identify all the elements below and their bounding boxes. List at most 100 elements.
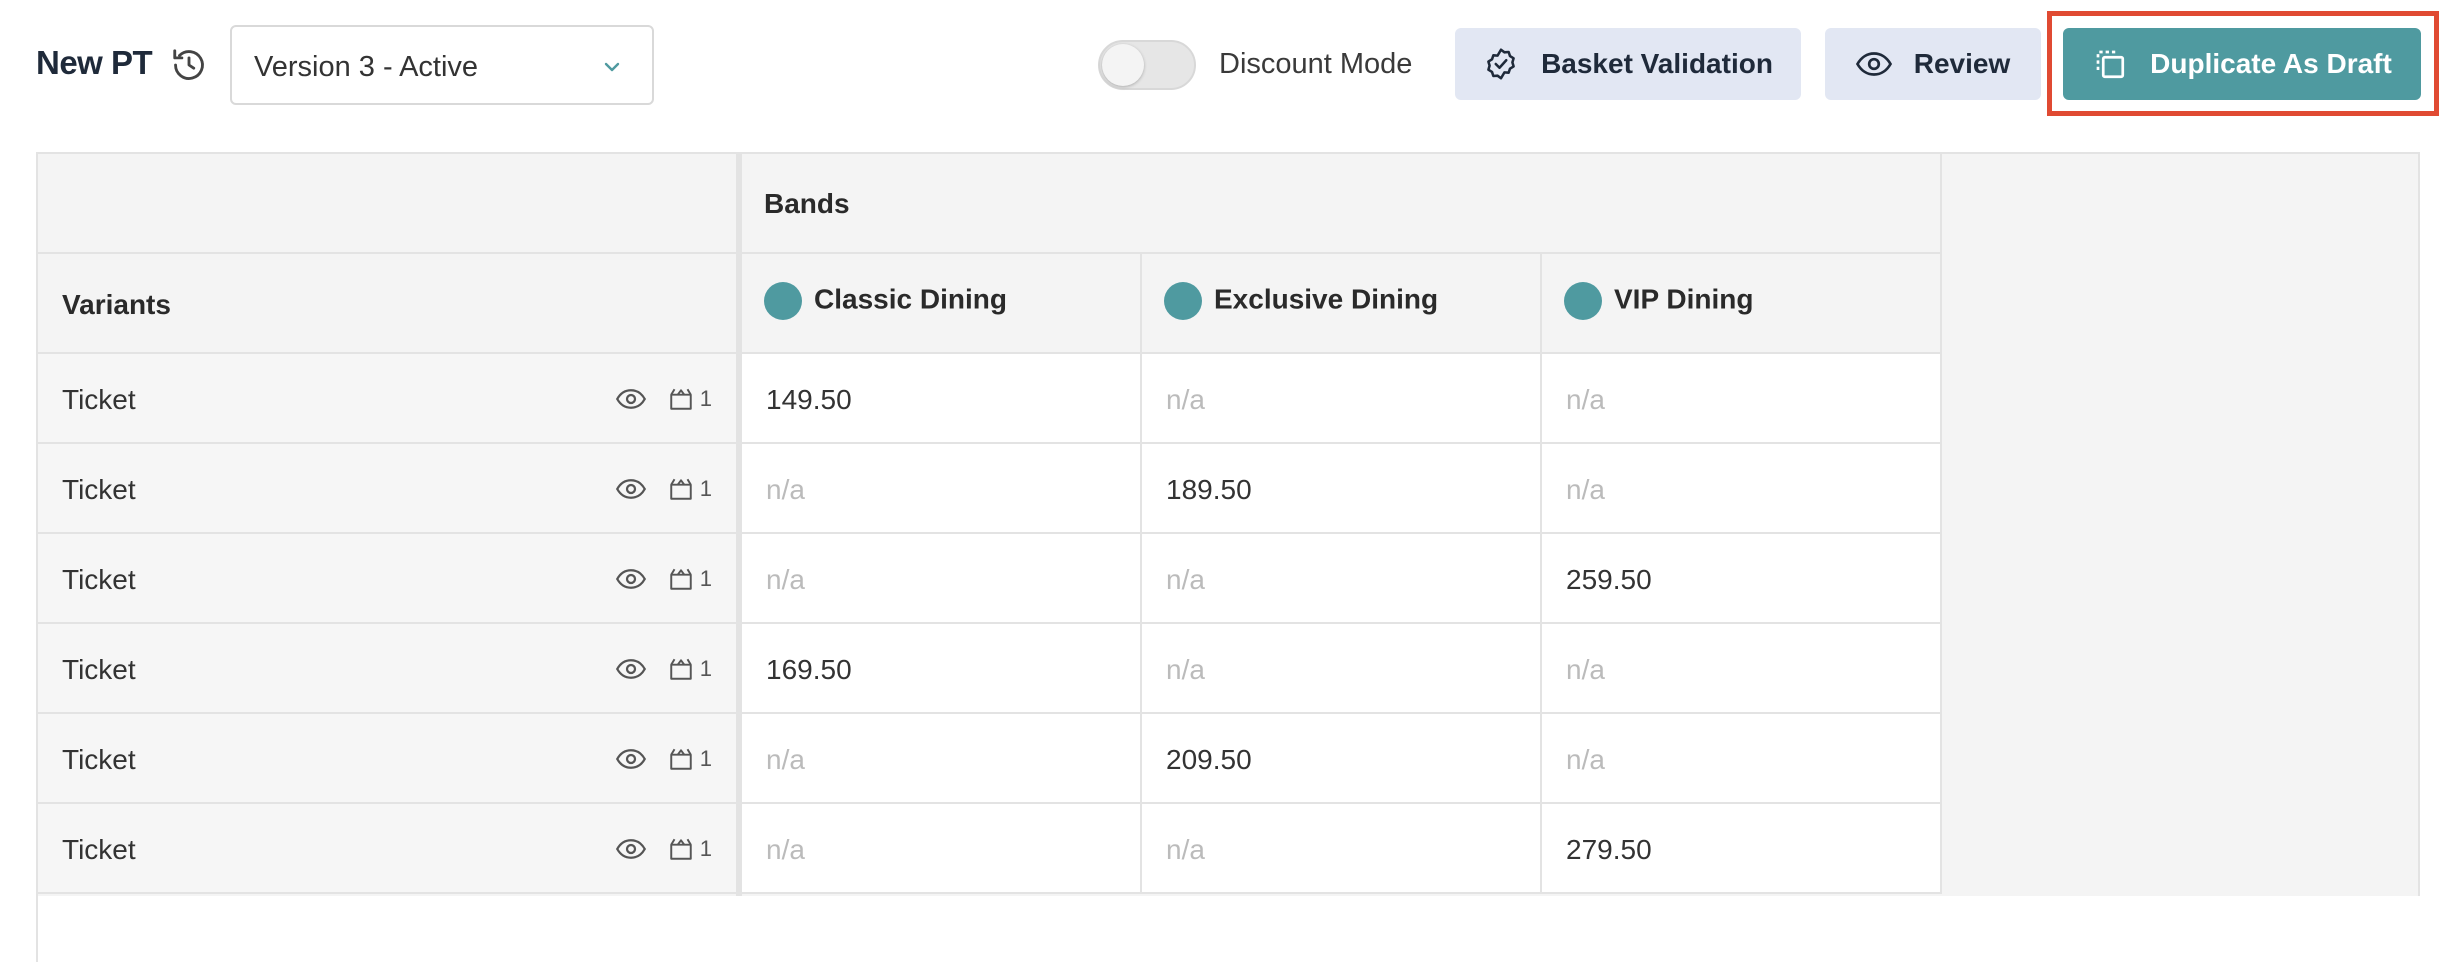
ticket-box-icon <box>670 388 692 410</box>
price-value: n/a <box>766 564 805 595</box>
band-color-dot <box>1564 282 1602 320</box>
price-cell[interactable]: n/a <box>1542 354 1942 444</box>
variant-name: Ticket <box>62 654 136 685</box>
variant-count: 1 <box>699 476 712 501</box>
eye-icon[interactable] <box>615 658 646 680</box>
ticket-box-icon <box>670 748 692 770</box>
variant-name: Ticket <box>62 834 136 865</box>
version-select-value: Version 3 - Active <box>254 51 479 83</box>
variants-header: Variants <box>38 254 736 354</box>
price-value: 149.50 <box>766 384 852 415</box>
table-empty-space <box>38 896 2422 962</box>
header-blank-cell <box>38 154 736 254</box>
bands-header-label: Bands <box>764 188 850 219</box>
eye-icon[interactable] <box>615 838 646 860</box>
history-icon[interactable] <box>170 46 208 84</box>
review-label: Review <box>1913 48 2011 79</box>
table-row: Ticket 1 <box>38 534 736 624</box>
variant-icons: 1 <box>615 386 712 412</box>
eye-icon[interactable] <box>615 388 646 410</box>
ticket-box-icon <box>670 658 692 680</box>
price-cell[interactable]: 259.50 <box>1542 534 1942 624</box>
column-divider <box>736 154 742 896</box>
price-cell[interactable]: n/a <box>742 444 1142 534</box>
variant-count: 1 <box>699 386 712 411</box>
price-value: n/a <box>1566 384 1605 415</box>
eye-icon[interactable] <box>615 748 646 770</box>
version-select[interactable]: Version 3 - Active <box>230 25 654 105</box>
price-cell[interactable]: 209.50 <box>1142 714 1542 804</box>
band-header-classic: Classic Dining <box>742 254 1142 354</box>
price-cell[interactable]: 149.50 <box>742 354 1142 444</box>
price-cell[interactable]: n/a <box>1542 714 1942 804</box>
duplicate-as-draft-label: Duplicate As Draft <box>2150 48 2392 79</box>
page-title: New PT <box>36 44 153 81</box>
discount-mode-toggle[interactable] <box>1098 40 1196 90</box>
price-cell[interactable]: 169.50 <box>742 624 1142 714</box>
ticket-box-icon <box>670 568 692 590</box>
variant-name: Ticket <box>62 384 136 415</box>
eye-icon[interactable] <box>615 478 646 500</box>
table-row: Ticket 1 <box>38 354 736 444</box>
ticket-box-icon <box>670 478 692 500</box>
price-value: n/a <box>766 744 805 775</box>
duplicate-icon <box>2096 50 2125 79</box>
variant-count: 1 <box>699 746 712 771</box>
badge-check-icon <box>1487 48 1515 80</box>
price-cell[interactable]: n/a <box>1142 804 1542 894</box>
price-value: 209.50 <box>1166 744 1252 775</box>
toolbar: New PT Version 3 - Active Discount Mode … <box>0 0 2450 130</box>
price-cell[interactable]: n/a <box>742 714 1142 804</box>
price-value: n/a <box>1166 384 1205 415</box>
price-cell[interactable]: n/a <box>1142 624 1542 714</box>
price-value: n/a <box>766 474 805 505</box>
price-cell[interactable]: 279.50 <box>1542 804 1942 894</box>
band-color-dot <box>1164 282 1202 320</box>
price-value: 169.50 <box>766 654 852 685</box>
price-value: 189.50 <box>1166 474 1252 505</box>
bands-group-header: Bands <box>742 154 1942 254</box>
price-value: n/a <box>1566 654 1605 685</box>
variant-icons: 1 <box>615 836 712 862</box>
band-header-content: VIP Dining <box>1564 282 1754 320</box>
price-cell[interactable]: n/a <box>1142 534 1542 624</box>
eye-icon[interactable] <box>615 568 646 590</box>
variant-icons: 1 <box>615 566 712 592</box>
table-row: Ticket 1 <box>38 804 736 894</box>
price-cell[interactable]: n/a <box>1142 354 1542 444</box>
price-cell[interactable]: n/a <box>1542 444 1942 534</box>
price-cell[interactable]: n/a <box>742 804 1142 894</box>
pricing-table: Bands Variants Classic Dining Exclusive … <box>36 152 2422 962</box>
basket-validation-button[interactable]: Basket Validation <box>1455 28 1801 100</box>
price-value: n/a <box>1566 474 1605 505</box>
eye-icon <box>1855 52 1892 76</box>
variant-count: 1 <box>699 656 712 681</box>
price-cell[interactable]: n/a <box>742 534 1142 624</box>
band-name: VIP Dining <box>1614 283 1754 315</box>
table-row: Ticket 1 <box>38 624 736 714</box>
discount-mode-label: Discount Mode <box>1219 48 1413 80</box>
variant-name: Ticket <box>62 474 136 505</box>
price-value: n/a <box>766 834 805 865</box>
price-cell[interactable]: 189.50 <box>1142 444 1542 534</box>
basket-validation-label: Basket Validation <box>1541 48 1773 79</box>
variant-count: 1 <box>699 566 712 591</box>
variant-count: 1 <box>699 836 712 861</box>
variant-icons: 1 <box>615 656 712 682</box>
price-value: n/a <box>1166 564 1205 595</box>
variants-header-label: Variants <box>62 289 171 320</box>
band-header-content: Exclusive Dining <box>1164 282 1438 320</box>
ticket-box-icon <box>670 838 692 860</box>
variant-name: Ticket <box>62 744 136 775</box>
band-header-content: Classic Dining <box>764 282 1007 320</box>
duplicate-as-draft-button[interactable]: Duplicate As Draft <box>2063 28 2421 100</box>
price-cell[interactable]: n/a <box>1542 624 1942 714</box>
chevron-down-icon <box>604 62 620 72</box>
price-value: 279.50 <box>1566 834 1652 865</box>
band-name: Classic Dining <box>814 283 1007 315</box>
price-value: n/a <box>1166 654 1205 685</box>
table-row: Ticket 1 <box>38 714 736 804</box>
price-value: n/a <box>1166 834 1205 865</box>
price-value: 259.50 <box>1566 564 1652 595</box>
review-button[interactable]: Review <box>1825 28 2041 100</box>
